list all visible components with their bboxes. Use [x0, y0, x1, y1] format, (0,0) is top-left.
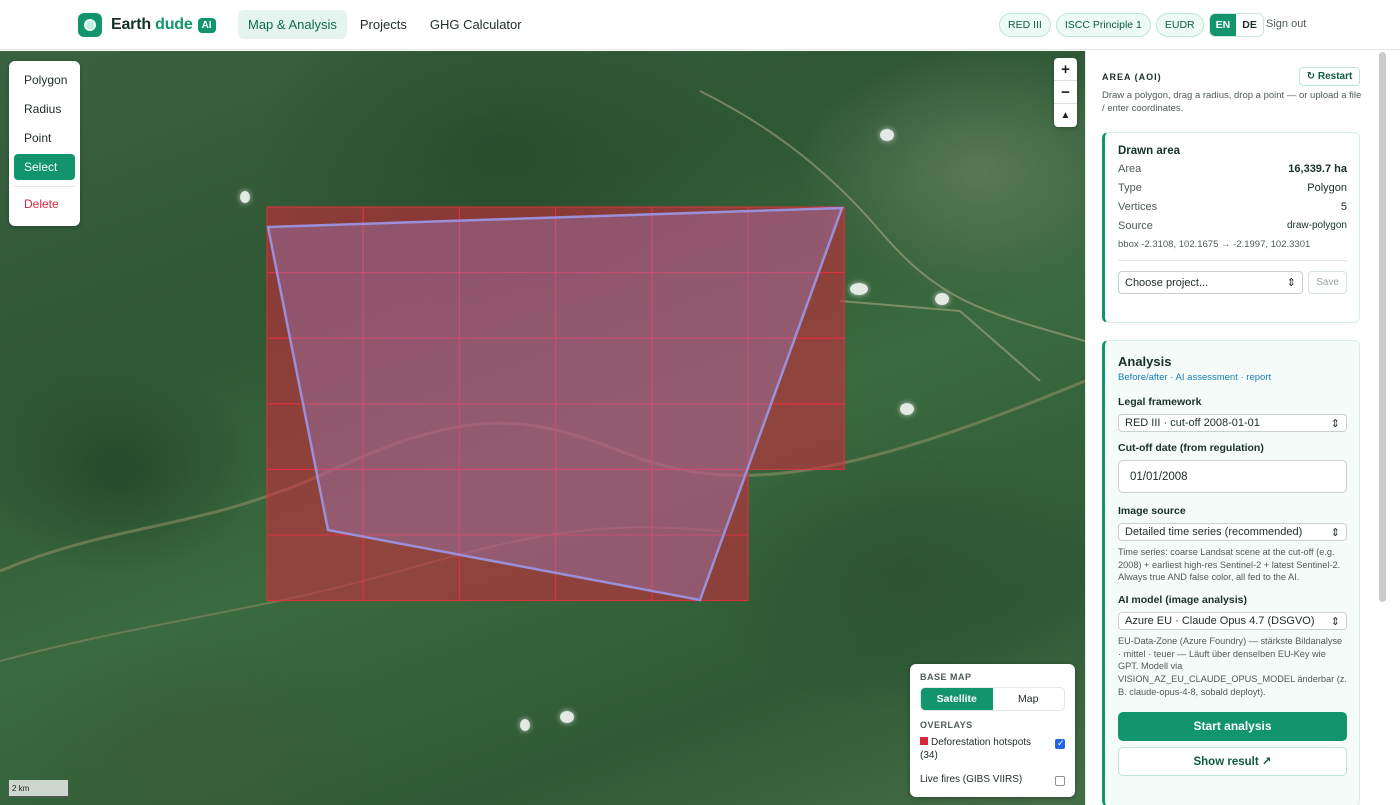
vertices-row: Vertices 5 — [1118, 201, 1347, 213]
tool-polygon[interactable]: Polygon — [14, 67, 75, 93]
source-label: Source — [1118, 220, 1153, 232]
image-source-select[interactable]: Detailed time series (recommended) ⇕ — [1118, 523, 1347, 541]
overlays-label: OVERLAYS — [920, 720, 973, 730]
select-arrows-icon: ⇕ — [1330, 417, 1340, 430]
app-name-word-1: Earth — [111, 16, 151, 33]
layer-control: BASE MAP Satellite Map OVERLAYS Deforest… — [910, 664, 1075, 797]
overlay-deforestation-checkbox[interactable] — [1055, 738, 1065, 749]
save-button[interactable]: Save — [1308, 271, 1347, 294]
lang-en-button[interactable]: EN — [1209, 14, 1237, 36]
nav-projects[interactable]: Projects — [350, 10, 417, 39]
base-map-label: BASE MAP — [920, 672, 972, 682]
tool-radius[interactable]: Radius — [14, 96, 75, 122]
compass-icon[interactable]: ▲ — [1054, 104, 1077, 127]
legal-framework-select[interactable]: RED III · cut-off 2008-01-01 ⇕ — [1118, 414, 1347, 432]
image-source-help: Time series: coarse Landsat scene at the… — [1118, 547, 1341, 583]
side-panel: AREA (AOI) ↻ Restart Draw a polygon, dra… — [1085, 51, 1400, 805]
zoom-out-button[interactable]: − — [1054, 81, 1077, 104]
main-nav: Map & Analysis Projects GHG Calculator — [238, 10, 535, 39]
analysis-title: Analysis — [1118, 354, 1172, 369]
ai-model-label: AI model (image analysis) — [1118, 594, 1247, 607]
nav-map-analysis[interactable]: Map & Analysis — [238, 10, 347, 39]
drawn-area-card: Drawn area Area 16,339.7 ha Type Polygon V… — [1102, 132, 1360, 323]
nav-ghg-calculator[interactable]: GHG Calculator — [420, 10, 532, 39]
bbox-text: bbox -2.3108, 102.1675 → -2.1997, 102.33… — [1118, 239, 1347, 261]
zoom-in-button[interactable]: + — [1054, 58, 1077, 81]
vertices-label: Vertices — [1118, 201, 1158, 213]
base-satellite-button[interactable]: Satellite — [921, 688, 993, 710]
project-row: Choose project... ⇕ Save — [1118, 271, 1347, 294]
ai-badge: AI — [197, 17, 216, 33]
restart-button[interactable]: ↻ Restart — [1299, 67, 1360, 86]
show-result-button[interactable]: Show result ↗ — [1118, 746, 1347, 776]
aoi-heading: AREA (AOI) — [1102, 72, 1162, 82]
select-arrows-icon: ⇕ — [1286, 277, 1296, 289]
language-switch: EN DE — [1208, 13, 1264, 37]
lang-de-button[interactable]: DE — [1236, 14, 1263, 36]
image-source-label: Image source — [1118, 505, 1186, 517]
base-map-button[interactable]: Map — [993, 688, 1065, 710]
logo-icon — [78, 13, 102, 37]
vertices-value: 5 — [1340, 201, 1347, 213]
analysis-card: Analysis Before/after · AI assessment · … — [1102, 340, 1360, 805]
select-arrows-icon: ⇕ — [1330, 615, 1340, 628]
ai-model-help: EU-Data-Zone (Azure Foundry) — stärkste … — [1118, 636, 1347, 697]
source-row: Source draw-polygon — [1118, 220, 1347, 232]
sign-out-link[interactable]: Sign out — [1266, 18, 1306, 30]
area-row: Area 16,339.7 ha — [1118, 163, 1347, 175]
overlay-deforestation-label: Deforestation hotspots (34) — [920, 737, 1032, 761]
app-logo[interactable]: Earth dude AI — [78, 13, 216, 37]
legal-framework-label: Legal framework — [1118, 396, 1202, 408]
start-analysis-button[interactable]: Start analysis — [1118, 711, 1347, 741]
project-select-value: Choose project... — [1125, 276, 1209, 289]
hotspot-swatch — [920, 737, 928, 745]
tool-point[interactable]: Point — [14, 125, 75, 151]
project-select[interactable]: Choose project... ⇕ — [1118, 271, 1303, 294]
map-canvas[interactable]: Polygon Radius Point Select Delete + − ▲… — [0, 51, 1085, 805]
type-row: Type Polygon — [1118, 182, 1347, 194]
scale-bar: 2 km — [8, 780, 69, 797]
type-label: Type — [1118, 182, 1142, 194]
drawn-area-title: Drawn area — [1118, 145, 1181, 157]
chip-iscc[interactable]: ISCC Principle 1 — [1055, 13, 1151, 37]
cutoff-label: Cut-off date (from regulation) — [1118, 442, 1264, 454]
overlay-deforestation[interactable]: Deforestation hotspots (34) — [920, 737, 1065, 762]
overlay-fires-checkbox[interactable] — [1055, 776, 1065, 786]
source-value: draw-polygon — [1286, 220, 1347, 231]
draw-toolbar: Polygon Radius Point Select Delete — [9, 61, 80, 226]
ai-model-value: Azure EU · Claude Opus 4.7 (DSGVO) — [1125, 615, 1315, 628]
ai-model-select[interactable]: Azure EU · Claude Opus 4.7 (DSGVO) ⇕ — [1118, 612, 1347, 631]
area-value: 16,339.7 ha — [1288, 163, 1347, 175]
framework-chips: RED III ISCC Principle 1 EUDR EN DE — [999, 13, 1264, 37]
top-bar: Earth dude AI Map & Analysis Projects GH… — [0, 0, 1400, 50]
overlay-fires[interactable]: Live fires (GIBS VIIRS) — [920, 774, 1065, 787]
aoi-hint: Draw a polygon, drag a radius, drop a po… — [1102, 90, 1362, 114]
overlay-fires-label: Live fires (GIBS VIIRS) — [920, 774, 1023, 785]
hotspot-cell[interactable] — [266, 534, 364, 602]
app-name: Earth dude — [111, 16, 193, 34]
analysis-subtitle: Before/after · AI assessment · report — [1118, 372, 1272, 383]
image-source-value: Detailed time series (recommended) — [1125, 526, 1303, 538]
base-map-toggle: Satellite Map — [920, 687, 1065, 711]
tool-delete[interactable]: Delete — [14, 186, 75, 217]
app-name-word-2: dude — [155, 16, 193, 33]
chip-eudr[interactable]: EUDR — [1155, 13, 1204, 37]
chip-red-iii[interactable]: RED III — [999, 13, 1051, 37]
panel-scrollbar[interactable] — [1379, 52, 1386, 602]
cutoff-date-input[interactable]: 01/01/2008 — [1118, 460, 1347, 493]
type-value: Polygon — [1307, 182, 1347, 194]
legal-framework-value: RED III · cut-off 2008-01-01 — [1125, 417, 1260, 429]
select-arrows-icon: ⇕ — [1330, 526, 1340, 539]
area-label: Area — [1118, 163, 1142, 175]
tool-select[interactable]: Select — [14, 154, 75, 180]
zoom-controls: + − ▲ — [1054, 58, 1077, 127]
